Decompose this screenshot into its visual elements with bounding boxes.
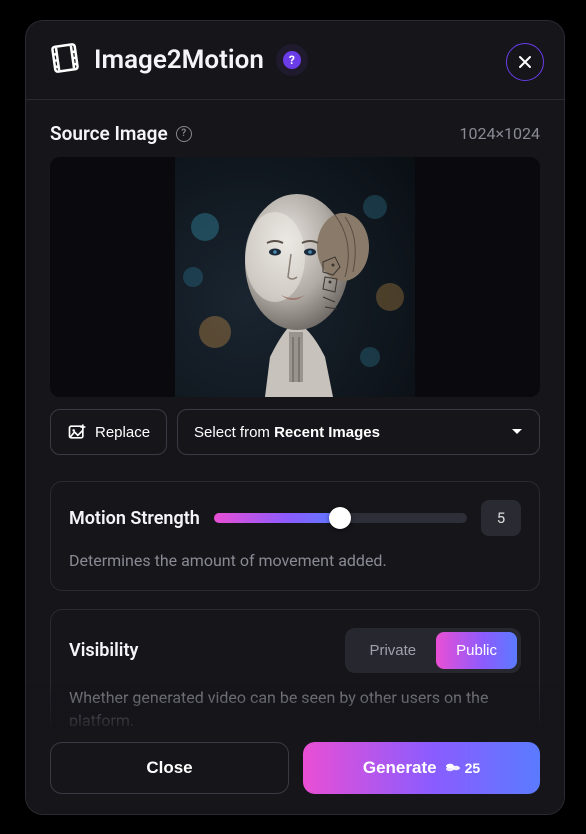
source-image-preview[interactable]: [50, 157, 540, 397]
preview-image: [175, 157, 415, 397]
slider-thumb[interactable]: [329, 507, 351, 529]
modal-footer: Close Generate 25: [26, 726, 564, 814]
generate-button[interactable]: Generate 25: [303, 742, 540, 794]
motion-desc: Determines the amount of movement added.: [69, 550, 521, 572]
modal-header: Image2Motion ?: [26, 21, 564, 100]
visibility-card: Visibility Private Public Whether genera…: [50, 609, 540, 726]
coins-icon: [445, 762, 461, 774]
source-label-text: Source Image: [50, 122, 168, 145]
replace-label: Replace: [95, 424, 150, 441]
visibility-label: Visibility: [69, 640, 138, 661]
motion-slider-row: Motion Strength 5: [69, 500, 521, 536]
image-dimensions: 1024×1024: [460, 124, 540, 143]
select-prefix: Select from: [194, 424, 274, 441]
credit-amount: 25: [465, 760, 481, 776]
motion-slider[interactable]: [214, 513, 467, 523]
source-controls-row: Replace Select from Recent Images: [50, 409, 540, 455]
visibility-desc: Whether generated video can be seen by o…: [69, 687, 521, 726]
info-icon[interactable]: ?: [176, 126, 192, 142]
close-icon: [517, 54, 533, 70]
source-label: Source Image ?: [50, 122, 192, 145]
slider-fill: [214, 513, 341, 523]
select-text: Select from Recent Images: [194, 424, 380, 441]
film-icon: [50, 43, 80, 77]
close-modal-button[interactable]: [506, 43, 544, 81]
question-icon: ?: [283, 51, 301, 69]
motion-label: Motion Strength: [69, 508, 200, 529]
visibility-private[interactable]: Private: [349, 632, 436, 669]
visibility-row: Visibility Private Public: [69, 628, 521, 673]
modal-title: Image2Motion: [94, 45, 264, 75]
motion-value: 5: [481, 500, 521, 536]
chevron-down-icon: [511, 428, 523, 436]
motion-strength-card: Motion Strength 5 Determines the amount …: [50, 481, 540, 591]
replace-image-icon: [67, 422, 87, 442]
generate-label: Generate: [363, 758, 437, 778]
recent-images-select[interactable]: Select from Recent Images: [177, 409, 540, 455]
image2motion-modal: Image2Motion ? Source Image ? 1024×1024: [25, 20, 565, 815]
help-button[interactable]: ?: [276, 44, 308, 76]
select-bold: Recent Images: [274, 424, 380, 441]
visibility-toggle: Private Public: [345, 628, 521, 673]
credit-cost: 25: [445, 760, 481, 776]
source-header-row: Source Image ? 1024×1024: [50, 122, 540, 145]
modal-body[interactable]: Source Image ? 1024×1024: [26, 100, 564, 726]
replace-button[interactable]: Replace: [50, 409, 167, 455]
close-button[interactable]: Close: [50, 742, 289, 794]
visibility-public[interactable]: Public: [436, 632, 517, 669]
